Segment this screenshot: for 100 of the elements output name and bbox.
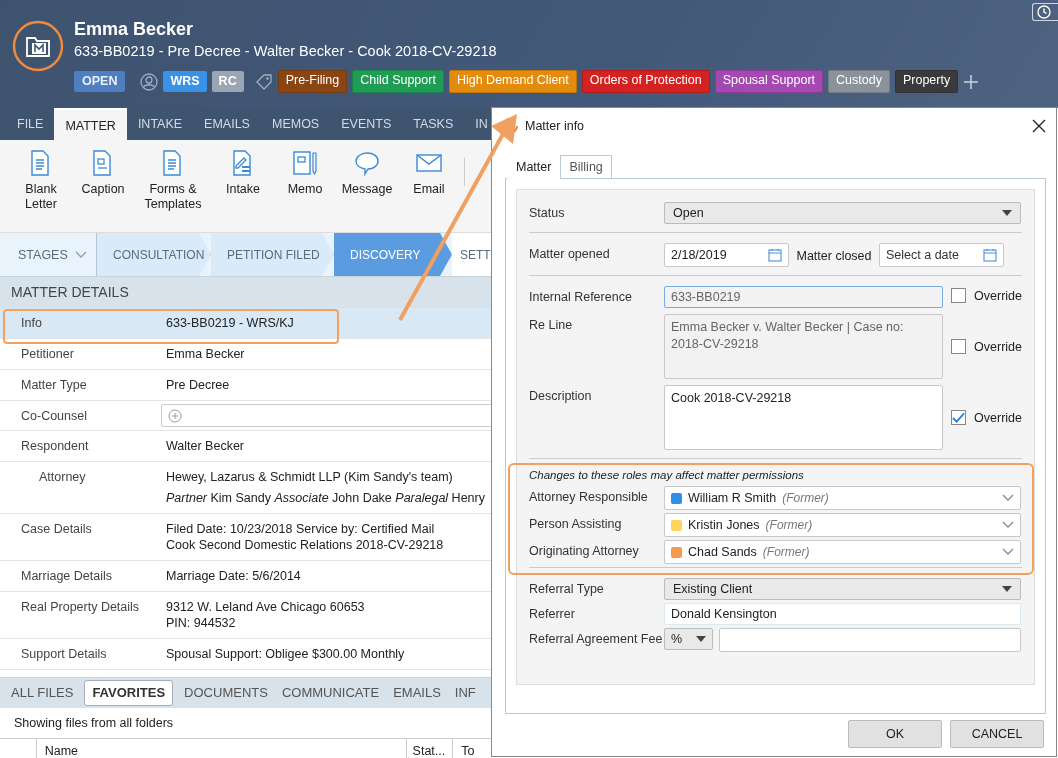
checkbox-label: Override	[974, 288, 1022, 303]
tag-badge[interactable]: Property	[894, 70, 959, 93]
field-label: Co-Counsel	[20, 408, 88, 425]
history-button[interactable]	[1032, 3, 1058, 21]
ribbon-tab[interactable]: MEMOS	[260, 108, 331, 140]
add-icon[interactable]	[963, 73, 980, 90]
date-field[interactable]: Select a date	[879, 243, 1004, 267]
column-header[interactable]: To	[453, 739, 491, 758]
close-icon[interactable]	[1032, 119, 1046, 133]
ribbon-button[interactable]: Caption	[72, 150, 134, 232]
field-value: Marriage Date: 5/6/2014	[166, 568, 302, 584]
unit-dropdown[interactable]: %	[664, 628, 713, 650]
ribbon-tab[interactable]: FILE	[6, 108, 55, 140]
stage-step[interactable]: CONSULTATION	[97, 233, 211, 276]
text-field[interactable]: 633-BB0219	[664, 286, 944, 308]
field-label: Matter Type	[20, 377, 88, 394]
stage-step[interactable]: PETITION FILED	[211, 233, 334, 276]
tag-badge[interactable]: Orders of Protection	[581, 70, 710, 93]
ribbon-tab[interactable]: MATTER	[54, 108, 127, 140]
chevron-down-icon	[1002, 521, 1014, 529]
text-area[interactable]: Cook 2018-CV-29218	[664, 385, 944, 450]
field-value: Spousal Support: Obligee $300.00 Monthly	[166, 646, 406, 662]
ribbon-tab[interactable]: INTAKE	[126, 108, 194, 140]
field-label: Description	[529, 388, 593, 405]
dialog-button[interactable]: OK	[848, 720, 942, 748]
matter-subtitle: 633-BB0219 - Pre Decree - Walter Becker - Cook 2018-CV-29218	[74, 42, 498, 61]
checkbox[interactable]	[951, 339, 967, 354]
calendar-icon	[983, 248, 997, 262]
files-tab[interactable]: ALL FILES	[4, 681, 81, 705]
ribbon-tab[interactable]: EVENTS	[330, 108, 403, 140]
dialog-tab[interactable]: Billing	[560, 155, 612, 178]
field-label: Real Property Details	[20, 599, 141, 616]
field-label: Person Assisting	[529, 516, 623, 533]
text-area[interactable]: Emma Becker v. Walter Becker | Case no: 2018-CV-29218	[664, 314, 944, 379]
field-value: Partner Kim Sandy Associate John Dake Paralegal Henry	[166, 490, 486, 506]
files-note: Showing files from all folders	[14, 715, 174, 732]
column-header[interactable]: Stat...	[406, 739, 454, 758]
field-value: Walter Becker	[166, 438, 246, 454]
files-tab[interactable]: DOCUMENTS	[177, 681, 275, 705]
ribbon-button[interactable]: Forms & Templates	[134, 150, 212, 232]
field-value: Filed Date: 10/23/2018 Service by: Certified Mail	[166, 521, 436, 537]
field-label: Support Details	[20, 646, 108, 663]
co-counsel-field[interactable]	[161, 404, 491, 427]
checkbox-label: Override	[974, 410, 1022, 425]
ribbon-button[interactable]: Intake	[212, 150, 274, 232]
status-badge: OPEN	[74, 71, 126, 92]
ribbon-tab[interactable]: IN	[464, 108, 491, 140]
files-tab[interactable]: FAVORITES	[84, 680, 174, 706]
field-label: Referral Type	[529, 581, 605, 598]
field-value: 9312 W. Leland Ave Chicago 60653	[166, 599, 366, 615]
field-label: Attorney Responsible	[529, 489, 649, 506]
tag-badge[interactable]: Spousal Support	[714, 70, 824, 93]
field-label: Attorney	[38, 469, 87, 486]
tag-icon	[254, 72, 273, 91]
files-tab[interactable]: INF	[447, 681, 483, 705]
field-value: Hewey, Lazarus & Schmidt LLP (Kim Sandy's team)	[166, 469, 454, 485]
field-label: Originating Attorney	[529, 543, 640, 560]
dropdown-arrow-icon	[696, 636, 706, 642]
selected-row[interactable]: Info 633-BB0219 - WRS/KJ	[0, 308, 491, 339]
field-value: Pre Decree	[166, 377, 231, 393]
field-label: Re Line	[529, 317, 574, 334]
calendar-icon	[768, 248, 782, 262]
chevron-down-icon	[1002, 548, 1014, 556]
speech-bubble-icon	[354, 150, 380, 176]
dialog-button[interactable]: CANCEL	[950, 720, 1044, 748]
field-label: Matter opened	[529, 246, 611, 263]
section-heading: MATTER DETAILS	[0, 277, 491, 308]
files-tab[interactable]: COMMUNICATE	[274, 681, 387, 705]
field-value: 633-BB0219 - WRS/KJ	[166, 315, 295, 331]
ribbon-button[interactable]: Message	[336, 150, 398, 232]
ribbon-tab[interactable]: EMAILS	[193, 108, 261, 140]
field-label: Internal Reference	[529, 289, 633, 306]
person-dropdown[interactable]: William R Smith (Former)	[664, 486, 1021, 510]
text-field[interactable]: Donald Kensington	[664, 603, 1021, 625]
field-label: Case Details	[20, 521, 93, 538]
status-dropdown[interactable]: Open	[664, 202, 1021, 224]
person-icon	[140, 72, 159, 91]
fee-field[interactable]	[719, 628, 1021, 652]
field-value: PIN: 944532	[166, 615, 237, 631]
date-field[interactable]: 2/18/2019	[664, 243, 789, 267]
referral-type-dropdown[interactable]: Existing Client	[664, 578, 1021, 600]
field-label: Respondent	[20, 438, 90, 455]
column-header[interactable]: Name	[36, 739, 407, 758]
field-label: Marriage Details	[20, 568, 113, 585]
chevron-down-icon	[1002, 494, 1014, 502]
tag-badge[interactable]: Pre-Filing	[277, 70, 348, 93]
ribbon-button[interactable]: Memo	[274, 150, 336, 232]
checkbox[interactable]	[951, 288, 967, 303]
field-value: Cook Second Domestic Relations 2018-CV-29218	[166, 537, 445, 553]
field-label: Status	[529, 205, 566, 222]
files-tab[interactable]: EMAILS	[386, 681, 448, 705]
stage-step[interactable]: SETT	[452, 233, 491, 276]
dialog-title: Matter info	[525, 119, 585, 133]
ribbon-button[interactable]: Email	[398, 150, 460, 232]
ribbon-button[interactable]: Blank Letter	[10, 150, 72, 232]
field-label: Referrer	[529, 606, 576, 623]
ribbon-tab[interactable]: TASKS	[402, 108, 465, 140]
checkbox[interactable]	[951, 410, 967, 425]
person-dropdown[interactable]: Kristin Jones (Former)	[664, 513, 1021, 537]
person-dropdown[interactable]: Chad Sands (Former)	[664, 540, 1021, 564]
